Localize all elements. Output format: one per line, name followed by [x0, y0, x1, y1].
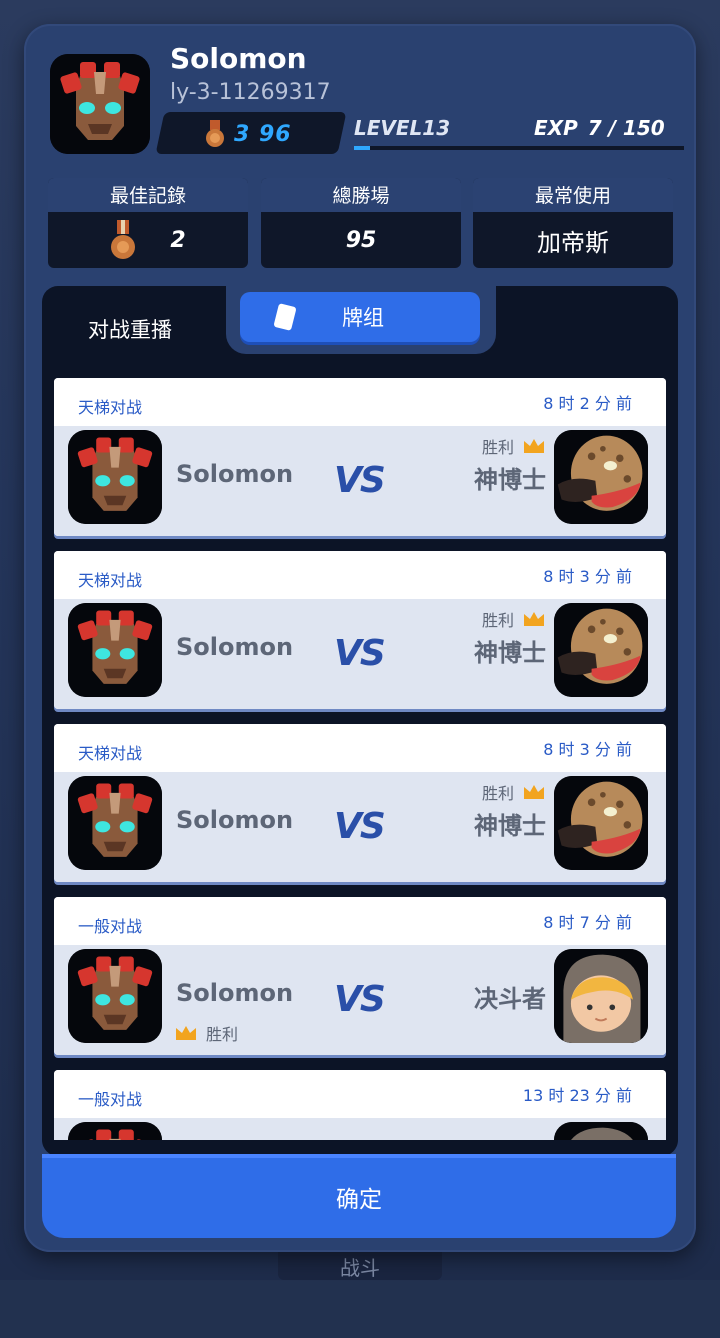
- match-header: 天梯对战 8 时 3 分 前: [54, 551, 666, 599]
- opponent-avatar: [554, 603, 648, 697]
- match-body: Solomon VS 决斗者 胜利: [54, 945, 666, 1055]
- tab-replay[interactable]: 对战重播: [88, 314, 172, 344]
- tab-deck-label: 牌组: [342, 306, 384, 330]
- player-avatar: [68, 430, 162, 524]
- stat-value: 加帝斯: [537, 228, 609, 257]
- player-avatar: [68, 776, 162, 870]
- match-time: 8 时 7 分 前: [543, 913, 632, 932]
- stat-value: 95: [345, 227, 377, 253]
- winner-badge: 胜利: [482, 780, 546, 804]
- vs-label: VS: [334, 460, 386, 501]
- match-type: 天梯对战: [78, 744, 143, 763]
- exp-progress-fill: [354, 146, 370, 150]
- match-header: 天梯对战 8 时 2 分 前: [54, 378, 666, 426]
- player2-name: 神博士: [474, 812, 546, 840]
- crown-icon: [524, 439, 544, 453]
- vs-label: VS: [334, 806, 386, 847]
- player-avatar: [68, 603, 162, 697]
- winner-badge: 胜利: [174, 1021, 238, 1045]
- hyena-icon: [554, 776, 648, 870]
- match-card[interactable]: 天梯对战 8 时 3 分 前 Solomon VS 神博士 胜利: [54, 551, 666, 709]
- match-card[interactable]: 天梯对战 8 时 2 分 前 Solomon VS 神博士 胜利: [54, 378, 666, 536]
- exp-readout: EXP 7 / 150: [534, 116, 665, 140]
- match-card[interactable]: 一般对战 8 时 7 分 前 Solomon VS 决斗者 胜利: [54, 897, 666, 1055]
- tiki-mask-icon: [68, 430, 162, 524]
- hyena-icon: [554, 430, 648, 524]
- player2-name: 决斗者: [474, 985, 546, 1013]
- win-label: 胜利: [206, 1025, 239, 1044]
- winner-badge: 胜利: [482, 434, 546, 458]
- vs-label: VS: [334, 979, 386, 1020]
- tiki-mask-icon: [68, 603, 162, 697]
- stat-title: 最佳記錄: [48, 178, 248, 212]
- player-avatar: [68, 1122, 162, 1140]
- player1-name: Solomon: [176, 460, 294, 488]
- player-name: Solomon: [170, 42, 307, 75]
- bronze-medal-icon: [111, 220, 136, 259]
- match-time: 8 时 3 分 前: [543, 567, 632, 586]
- exp-progress-bar: [354, 146, 684, 150]
- match-time: 8 时 3 分 前: [543, 740, 632, 759]
- bronze-medal-icon: [206, 120, 224, 147]
- tiki-mask-icon: [68, 776, 162, 870]
- winner-badge: 胜利: [482, 607, 546, 631]
- card-icon: [273, 303, 297, 331]
- win-label: 胜利: [481, 438, 514, 457]
- rank-value: 3 96: [234, 122, 292, 147]
- level-label: LEVEL13: [354, 116, 451, 140]
- confirm-button[interactable]: 确定: [42, 1154, 676, 1238]
- player1-name: Solomon: [176, 806, 294, 834]
- stat-title: 最常使用: [473, 178, 673, 212]
- match-card[interactable]: 一般对战 13 时 23 分 前 Solomon VS: [54, 1070, 666, 1140]
- match-body: Solomon VS 神博士 胜利: [54, 426, 666, 536]
- crown-icon: [176, 1026, 196, 1040]
- exp-label: EXP: [534, 116, 578, 140]
- match-time: 8 时 2 分 前: [543, 394, 632, 413]
- player1-name: Solomon: [176, 633, 294, 661]
- hooded-duelist-icon: [554, 1122, 648, 1140]
- player2-name: 神博士: [474, 639, 546, 667]
- tiki-mask-icon: [50, 54, 150, 154]
- match-header: 天梯对战 8 时 3 分 前: [54, 724, 666, 772]
- match-list[interactable]: 天梯对战 8 时 2 分 前 Solomon VS 神博士 胜利 天梯对战 8 …: [52, 376, 668, 1140]
- match-header: 一般对战 8 时 7 分 前: [54, 897, 666, 945]
- match-body: Solomon VS: [54, 1118, 666, 1140]
- exp-value: 7 / 150: [587, 116, 665, 140]
- opponent-avatar: [554, 949, 648, 1043]
- match-body: Solomon VS 神博士 胜利: [54, 599, 666, 709]
- stat-total-wins: 總勝場 95: [261, 178, 461, 268]
- tiki-mask-icon: [68, 949, 162, 1043]
- opponent-avatar: [554, 776, 648, 870]
- hooded-duelist-icon: [554, 949, 648, 1043]
- crown-icon: [524, 612, 544, 626]
- vs-label: VS: [334, 633, 386, 674]
- match-type: 一般对战: [78, 917, 143, 936]
- tiki-mask-icon: [68, 1122, 162, 1140]
- match-header: 一般对战 13 时 23 分 前: [54, 1070, 666, 1118]
- match-type: 天梯对战: [78, 398, 143, 417]
- match-type: 一般对战: [78, 1090, 143, 1109]
- match-body: Solomon VS 神博士 胜利: [54, 772, 666, 882]
- opponent-avatar: [554, 1122, 648, 1140]
- player-id: ly-3-11269317: [170, 80, 331, 105]
- crown-icon: [524, 785, 544, 799]
- tab-deck[interactable]: 牌组: [240, 292, 480, 342]
- opponent-avatar: [554, 430, 648, 524]
- hyena-icon: [554, 603, 648, 697]
- stat-most-used: 最常使用 加帝斯: [473, 178, 673, 268]
- player1-name: Solomon: [176, 979, 294, 1007]
- stat-value: 2: [170, 227, 186, 253]
- win-label: 胜利: [481, 784, 514, 803]
- match-type: 天梯对战: [78, 571, 143, 590]
- stat-best-record: 最佳記錄 2: [48, 178, 248, 268]
- stat-title: 總勝場: [261, 178, 461, 212]
- match-card[interactable]: 天梯对战 8 时 3 分 前 Solomon VS 神博士 胜利: [54, 724, 666, 882]
- player-avatar: [50, 54, 150, 154]
- player2-name: 神博士: [474, 466, 546, 494]
- player-avatar: [68, 949, 162, 1043]
- win-label: 胜利: [481, 611, 514, 630]
- match-time: 13 时 23 分 前: [522, 1086, 632, 1105]
